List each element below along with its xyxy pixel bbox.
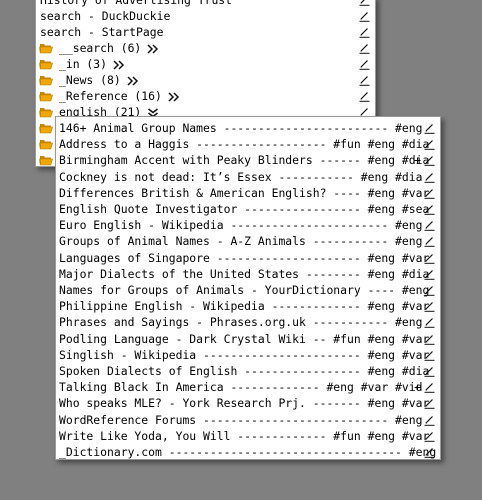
pencil-edit-icon[interactable]	[359, 58, 370, 70]
submenu-bookmark-item[interactable]: Spoken Dialects of English -------------…	[56, 363, 440, 379]
more-tags-indicator: +	[414, 380, 421, 395]
submenu-bookmark-item[interactable]: Differences British & American English? …	[56, 185, 440, 201]
submenu-bookmark-item[interactable]: Cockney is not dead: It’s Essex --------…	[56, 169, 440, 185]
submenu-item-label: Languages of Singapore -----------------…	[59, 250, 430, 265]
submenu-item-label: Spoken Dialects of English -------------…	[59, 364, 430, 378]
menu-item-label: _News (8)	[59, 72, 139, 88]
submenu-item-label: Singlish - Wikipedia -------------------…	[59, 347, 430, 362]
pencil-edit-icon[interactable]	[359, 0, 370, 6]
submenu-bookmark-item[interactable]: Address to a Haggis ------------------- …	[56, 136, 440, 152]
submenu-bookmark-item[interactable]: Who speaks MLE? - York Research Prj. ---…	[56, 395, 440, 411]
pencil-edit-icon[interactable]	[424, 446, 435, 458]
submenu-bookmark-item[interactable]: Major Dialects of the United States ----…	[56, 266, 440, 282]
submenu-bookmark-item[interactable]: Languages of Singapore -----------------…	[56, 250, 440, 266]
menu-folder-item[interactable]: _News (8)	[36, 72, 375, 88]
submenu-bookmark-item[interactable]: Write Like Yoda, You Will ------------- …	[56, 428, 440, 444]
submenu-bookmark-item[interactable]: Euro English - Wikipedia ---------------…	[56, 217, 440, 233]
pencil-edit-icon[interactable]	[424, 235, 435, 248]
folder-icon	[39, 108, 53, 118]
submenu-bookmark-item[interactable]: WordReference Forums -------------------…	[56, 412, 440, 428]
pencil-edit-icon[interactable]	[424, 122, 435, 134]
folder-icon	[39, 156, 53, 166]
folder-icon	[39, 76, 53, 86]
pencil-edit-icon[interactable]	[424, 414, 435, 426]
pencil-edit-icon[interactable]	[424, 171, 435, 183]
submenu-bookmark-item[interactable]: Phrases and Sayings - Phrases.org.uk ---…	[56, 314, 440, 330]
submenu-item-label: _Dictionary.com ------------------------…	[59, 445, 437, 459]
pencil-edit-icon[interactable]	[424, 316, 435, 329]
submenu-bookmark-item[interactable]: Singlish - Wikipedia -------------------…	[56, 347, 440, 363]
menu-item-label: __search (6)	[59, 40, 159, 56]
pencil-edit-icon[interactable]	[424, 187, 435, 199]
double-chevron-right-icon[interactable]	[168, 91, 180, 102]
submenu-bookmark-item[interactable]: _Dictionary.com ------------------------…	[56, 444, 440, 460]
folder-icon	[39, 44, 53, 54]
submenu-item-label: Euro English - Wikipedia ---------------…	[59, 218, 423, 233]
pencil-edit-icon[interactable]	[424, 219, 435, 231]
submenu-item-label: Phrases and Sayings - Phrases.org.uk ---…	[59, 315, 423, 330]
pencil-edit-icon[interactable]	[359, 26, 370, 38]
menu-item-label: search - StartPage	[40, 25, 164, 39]
english-submenu: 146+ Animal Group Names ----------------…	[55, 116, 441, 460]
submenu-item-label: English Quote Investigator -------------…	[59, 202, 430, 216]
menu-bookmark-item[interactable]: History of Advertising Trust	[36, 0, 375, 8]
submenu-bookmark-item[interactable]: Birmingham Accent with Peaky Blinders --…	[56, 152, 440, 168]
double-chevron-right-icon[interactable]	[113, 59, 125, 70]
submenu-bookmark-item[interactable]: English Quote Investigator -------------…	[56, 201, 440, 217]
menu-folder-item[interactable]: _Reference (16)	[36, 88, 375, 104]
menu-folder-item[interactable]: __search (6)	[36, 40, 375, 56]
submenu-item-label: 146+ Animal Group Names ----------------…	[59, 121, 423, 135]
menu-item-label: search - DuckDuckie	[40, 9, 171, 23]
pencil-edit-icon[interactable]	[424, 138, 435, 150]
submenu-item-label: Write Like Yoda, You Will ------------- …	[59, 428, 430, 443]
pencil-edit-icon[interactable]	[424, 365, 435, 377]
menu-item-label: History of Advertising Trust	[40, 0, 233, 7]
pencil-edit-icon[interactable]	[359, 74, 370, 86]
submenu-item-label: Birmingham Accent with Peaky Blinders --…	[59, 153, 430, 168]
folder-icon	[39, 140, 53, 150]
submenu-bookmark-item[interactable]: Podling Language - Dark Crystal Wiki -- …	[56, 331, 440, 347]
pencil-edit-icon[interactable]	[359, 90, 370, 102]
submenu-bookmark-item[interactable]: Talking Black In America ------------- #…	[56, 379, 440, 395]
submenu-bookmark-item[interactable]: Philippine English - Wikipedia ---------…	[56, 298, 440, 314]
submenu-item-label: Cockney is not dead: It’s Essex --------…	[59, 169, 423, 184]
submenu-item-label: Names for Groups of Animals - YourDictio…	[59, 283, 430, 297]
pencil-edit-icon[interactable]	[424, 381, 435, 393]
double-chevron-right-icon[interactable]	[147, 43, 159, 54]
submenu-item-label: Philippine English - Wikipedia ---------…	[59, 299, 430, 314]
folder-icon	[39, 60, 53, 70]
submenu-item-label: Podling Language - Dark Crystal Wiki -- …	[59, 331, 430, 346]
menu-folder-item[interactable]: _in (3)	[36, 56, 375, 72]
folder-icon	[39, 92, 53, 102]
menu-bookmark-item[interactable]: search - DuckDuckie	[36, 8, 375, 24]
pencil-edit-icon[interactable]	[424, 154, 435, 167]
menu-item-label: _Reference (16)	[59, 88, 180, 104]
pencil-edit-icon[interactable]	[424, 300, 435, 312]
pencil-edit-icon[interactable]	[424, 430, 435, 442]
submenu-bookmark-item[interactable]: 146+ Animal Group Names ----------------…	[56, 120, 440, 136]
double-chevron-right-icon[interactable]	[127, 75, 139, 86]
submenu-item-label: WordReference Forums -------------------…	[59, 412, 423, 427]
pencil-edit-icon[interactable]	[424, 349, 435, 361]
pencil-edit-icon[interactable]	[424, 284, 435, 296]
more-tags-indicator: +	[414, 153, 421, 168]
submenu-item-label: Differences British & American English? …	[59, 185, 430, 200]
menu-item-label: _in (3)	[59, 56, 125, 72]
pencil-edit-icon[interactable]	[424, 203, 435, 215]
pencil-edit-icon[interactable]	[424, 333, 435, 345]
folder-icon	[39, 124, 53, 134]
submenu-item-label: Address to a Haggis ------------------- …	[59, 137, 430, 152]
pencil-edit-icon[interactable]	[424, 252, 435, 264]
menu-bookmark-item[interactable]: search - StartPage	[36, 24, 375, 40]
submenu-bookmark-item[interactable]: Names for Groups of Animals - YourDictio…	[56, 282, 440, 298]
pencil-edit-icon[interactable]	[424, 268, 435, 280]
submenu-item-label: Who speaks MLE? - York Research Prj. ---…	[59, 396, 430, 411]
submenu-bookmark-item[interactable]: Groups of Animal Names - A-Z Animals ---…	[56, 233, 440, 249]
submenu-item-label: Groups of Animal Names - A-Z Animals ---…	[59, 234, 423, 249]
pencil-edit-icon[interactable]	[359, 10, 370, 22]
submenu-item-label: Major Dialects of the United States ----…	[59, 266, 430, 281]
pencil-edit-icon[interactable]	[424, 397, 435, 410]
pencil-edit-icon[interactable]	[359, 42, 370, 54]
submenu-item-label: Talking Black In America ------------- #…	[59, 380, 423, 395]
